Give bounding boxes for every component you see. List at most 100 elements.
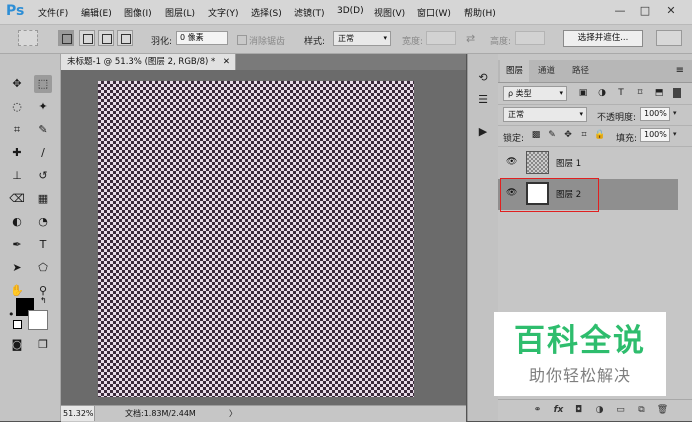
watermark-sub-text: 助你轻松解决 (528, 366, 631, 385)
stamp-tool[interactable]: ⊥ (8, 167, 26, 185)
swap-dimensions-icon[interactable]: ⇄ (466, 32, 475, 45)
pen-tool[interactable]: ✒ (8, 236, 26, 254)
subtract-selection-button[interactable] (98, 30, 114, 46)
feather-input[interactable]: 0 像素 (176, 31, 228, 45)
menu-filter[interactable]: 滤镜(T) (294, 6, 325, 19)
marquee-tool[interactable]: ⬚ (34, 75, 52, 93)
chevron-down-icon: ▾ (383, 34, 387, 42)
watermark-logo: 百科全说 助你轻松解决 (494, 312, 666, 396)
gradient-tool[interactable]: ▦ (34, 190, 52, 208)
antialias-label: 消除锯齿 (249, 37, 286, 47)
menu-view[interactable]: 视图(V) (374, 6, 405, 19)
default-colors-icon[interactable] (13, 320, 22, 329)
link-layers-icon[interactable]: ⚭ (531, 404, 544, 417)
new-layer-icon[interactable]: ⧉ (635, 404, 648, 417)
photoshop-logo: Ps (6, 3, 25, 19)
eyedropper-tool[interactable]: ✎ (34, 121, 52, 139)
pixel-filter-icon[interactable]: ▣ (577, 87, 589, 99)
adjustment-layer-icon[interactable]: ◑ (593, 404, 606, 417)
intersect-selection-button[interactable] (117, 30, 133, 46)
blend-mode-select[interactable]: 正常 ▾ (503, 107, 587, 122)
swap-colors-icon[interactable]: ↰ (40, 296, 47, 305)
text-icon: T (39, 238, 47, 251)
window-maximize-button[interactable]: □ (637, 4, 653, 18)
window-close-button[interactable]: ✕ (663, 4, 679, 18)
dodge-tool[interactable]: ◔ (34, 213, 52, 231)
new-selection-button[interactable] (58, 30, 74, 46)
magic-wand-tool[interactable]: ✦ (34, 98, 52, 116)
canvas[interactable] (98, 81, 414, 397)
chevron-down-icon: ▾ (559, 89, 563, 97)
status-bar: 51.32% 文档:1.83M/2.44M 〉 (61, 405, 466, 422)
filter-toggle[interactable] (673, 88, 681, 98)
crop-tool[interactable]: ⌗ (8, 121, 26, 139)
antialias-checkbox[interactable] (237, 35, 247, 45)
menu-help[interactable]: 帮助(H) (464, 6, 496, 19)
select-and-mask-button[interactable]: 选择并遮住... (563, 30, 643, 47)
opacity-input[interactable]: 100% (640, 107, 670, 121)
layers-panel-footer: ⚭ fx ◘ ◑ ▭ ⧉ 🗑 (498, 399, 692, 422)
layer-row-1[interactable]: 👁 图层 1 (498, 148, 678, 179)
lock-artboard-icon[interactable]: ⌗ (578, 129, 590, 141)
type-filter-icon[interactable]: T (615, 87, 627, 99)
lock-pixels-icon[interactable]: ✎ (546, 129, 558, 141)
menu-type[interactable]: 文字(Y) (208, 6, 239, 19)
tab-layers[interactable]: 图层 (500, 60, 530, 82)
lock-position-icon[interactable]: ✥ (562, 129, 574, 141)
quick-mask-button[interactable]: ◙ (8, 336, 26, 354)
status-menu-arrow[interactable]: 〉 (229, 406, 237, 421)
eraser-tool[interactable]: ⌫ (8, 190, 26, 208)
shape-filter-icon[interactable]: ⌑ (634, 87, 646, 99)
add-selection-button[interactable] (79, 30, 95, 46)
style-select[interactable]: 正常 ▾ (333, 31, 391, 46)
smart-object-filter-icon[interactable]: ⬒ (653, 87, 665, 99)
lock-transparent-icon[interactable]: ▩ (530, 129, 542, 141)
intersect-selection-icon (121, 34, 131, 44)
panel-menu-icon[interactable]: ≡ (676, 65, 684, 76)
history-brush-tool[interactable]: ↺ (34, 167, 52, 185)
menu-file[interactable]: 文件(F) (38, 6, 68, 19)
menu-edit[interactable]: 编辑(E) (81, 6, 112, 19)
screen-mode-button[interactable]: ❐ (34, 336, 52, 354)
close-icon[interactable]: ✕ (223, 54, 230, 70)
layer-filter-select[interactable]: ρ 类型 ▾ (503, 86, 567, 101)
adjustment-filter-icon[interactable]: ◑ (596, 87, 608, 99)
document-tab[interactable]: 未标题-1 @ 51.3% (图层 2, RGB/8) * ✕ (61, 54, 236, 70)
magic-wand-icon: ✦ (38, 100, 48, 113)
blur-tool[interactable]: ◐ (8, 213, 26, 231)
chevron-down-icon[interactable]: ▾ (673, 130, 677, 138)
height-input[interactable] (515, 31, 545, 45)
move-tool[interactable]: ✥ (8, 75, 26, 93)
actions-panel-icon[interactable]: ▶ (475, 124, 491, 140)
menu-image[interactable]: 图像(I) (124, 6, 152, 19)
lock-all-icon[interactable]: 🔒 (594, 129, 606, 141)
background-color-swatch[interactable] (28, 310, 48, 330)
fill-input[interactable]: 100% (640, 128, 670, 142)
zoom-level[interactable]: 51.32% (61, 406, 95, 421)
new-group-icon[interactable]: ▭ (614, 404, 627, 417)
shape-tool[interactable]: ⬠ (34, 259, 52, 277)
tool-preset-picker[interactable] (18, 30, 38, 46)
menu-window[interactable]: 窗口(W) (417, 6, 451, 19)
tab-paths[interactable]: 路径 (566, 60, 595, 82)
window-minimize-button[interactable]: — (612, 4, 628, 18)
path-select-tool[interactable]: ➤ (8, 259, 26, 277)
tab-channels[interactable]: 通道 (532, 60, 561, 82)
history-panel-icon[interactable]: ⟲ (475, 70, 491, 86)
menu-select[interactable]: 选择(S) (251, 6, 282, 19)
delete-layer-icon[interactable]: 🗑 (656, 404, 669, 417)
add-mask-icon[interactable]: ◘ (572, 404, 585, 417)
width-input[interactable] (426, 31, 456, 45)
visibility-eye-icon[interactable]: 👁 (506, 157, 517, 167)
workspace-switcher[interactable] (656, 30, 682, 46)
lasso-tool[interactable]: ◌ (8, 98, 26, 116)
healing-brush-tool[interactable]: ✚ (8, 144, 26, 162)
style-label: 样式: (304, 37, 326, 47)
brush-tool[interactable]: ∕ (34, 144, 52, 162)
chevron-down-icon[interactable]: ▾ (673, 109, 677, 117)
menu-3d[interactable]: 3D(D) (337, 6, 364, 16)
fx-icon[interactable]: fx (552, 404, 565, 417)
properties-panel-icon[interactable]: ☰ (475, 92, 491, 108)
text-tool[interactable]: T (34, 236, 52, 254)
menu-layer[interactable]: 图层(L) (165, 6, 195, 19)
